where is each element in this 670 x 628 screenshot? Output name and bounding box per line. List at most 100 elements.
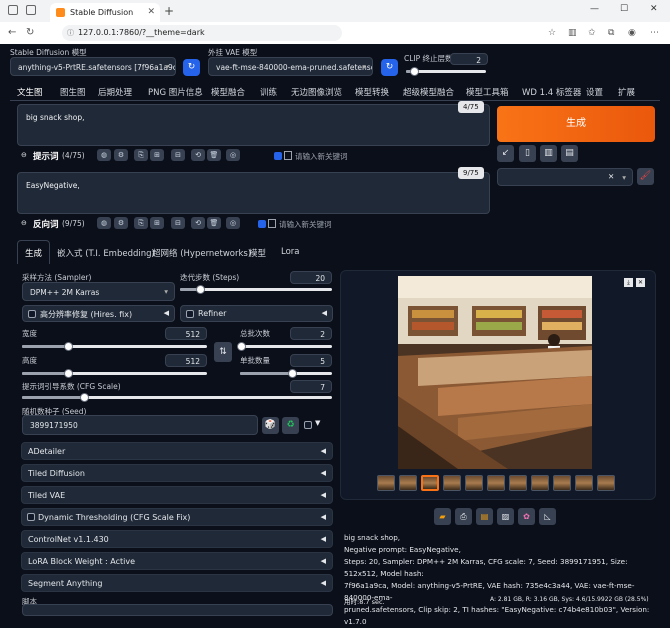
prompt-kw-placeholder[interactable]: 请输入新关键词: [295, 151, 348, 162]
zip-icon[interactable]: ▤: [476, 508, 493, 525]
edit-styles-icon[interactable]: 🖌: [637, 168, 654, 185]
folder-icon[interactable]: ▰: [434, 508, 451, 525]
send-to-img2img-icon[interactable]: ▨: [497, 508, 514, 525]
width-input[interactable]: 512: [165, 327, 207, 340]
prompt-kw-checkbox[interactable]: [274, 152, 282, 160]
adetailer-accordion[interactable]: ADetailer ◀: [21, 442, 333, 460]
thumbnail[interactable]: [575, 475, 593, 491]
styles-select[interactable]: ✕ ▾: [497, 168, 633, 186]
dice-icon[interactable]: 🎲: [262, 417, 279, 434]
tab-extras[interactable]: 后期处理: [98, 86, 132, 98]
tab-img2img[interactable]: 图生图: [60, 86, 86, 98]
tab-lora[interactable]: Lora: [281, 247, 300, 257]
profile-avatar-icon[interactable]: ◉: [628, 28, 636, 38]
tab-embedding[interactable]: 嵌入式 (T.I. Embedding): [57, 247, 155, 259]
dynamic-thresholding-checkbox[interactable]: [27, 513, 35, 521]
generated-image[interactable]: [398, 276, 592, 469]
translate-icon[interactable]: ⟲: [191, 149, 205, 161]
batch-size-slider[interactable]: [240, 369, 332, 378]
tab-convert[interactable]: 模型转换: [355, 86, 389, 98]
ai-icon[interactable]: ◎: [226, 149, 240, 161]
style-icon[interactable]: ▤: [561, 145, 578, 162]
seed-input[interactable]: 3899171950: [22, 415, 258, 435]
refresh-icon[interactable]: ↻: [26, 27, 34, 38]
profile-icon[interactable]: [8, 5, 18, 15]
maximize-icon[interactable]: ☐: [620, 4, 628, 14]
thumbnail[interactable]: [531, 475, 549, 491]
tab-hypernetworks[interactable]: 超网络 (Hypernetworks): [152, 247, 251, 259]
prompt-textarea[interactable]: big snack shop,: [17, 104, 490, 146]
negative-kw-checkbox[interactable]: [258, 220, 266, 228]
paste-icon[interactable]: ⊞: [150, 149, 164, 161]
browser-tab[interactable]: Stable Diffusion ✕: [50, 3, 160, 22]
close-tab-icon[interactable]: ✕: [147, 7, 155, 17]
recycle-icon[interactable]: ♻: [282, 417, 299, 434]
save-icon[interactable]: ⎙: [455, 508, 472, 525]
segment-anything-accordion[interactable]: Segment Anything ◀: [21, 574, 333, 592]
new-tab-icon[interactable]: +: [164, 4, 174, 18]
thumbnail-selected[interactable]: [421, 475, 439, 491]
hires-checkbox[interactable]: [28, 310, 36, 318]
translate-icon[interactable]: ⟲: [191, 217, 205, 229]
height-input[interactable]: 512: [165, 354, 207, 367]
clip-input[interactable]: 2: [450, 53, 488, 65]
tab-settings[interactable]: 设置: [586, 86, 603, 98]
trash-icon[interactable]: 🗑: [207, 217, 221, 229]
collections-icon[interactable]: ⧉: [608, 28, 614, 38]
thumbnail[interactable]: [377, 475, 395, 491]
minimize-icon[interactable]: —: [590, 4, 599, 14]
trash-icon[interactable]: ▥: [540, 145, 557, 162]
settings-icon[interactable]: ⚙: [114, 217, 128, 229]
collapse-icon[interactable]: ⊖: [21, 151, 27, 159]
send-to-extras-icon[interactable]: ◺: [539, 508, 556, 525]
controlnet-accordion[interactable]: ControlNet v1.1.430 ◀: [21, 530, 333, 548]
thumbnail[interactable]: [553, 475, 571, 491]
thumbnail[interactable]: [465, 475, 483, 491]
negative-kw-placeholder[interactable]: 请输入新关键词: [279, 219, 332, 230]
lora-block-weight-accordion[interactable]: LoRA Block Weight : Active ◀: [21, 552, 333, 570]
refiner-checkbox[interactable]: [186, 310, 194, 318]
history-icon[interactable]: ⊟: [171, 217, 185, 229]
tab-train[interactable]: 训练: [260, 86, 277, 98]
ai-icon[interactable]: ◎: [226, 217, 240, 229]
steps-input[interactable]: 20: [290, 271, 332, 284]
tab-toolkit[interactable]: 模型工具箱: [466, 86, 509, 98]
copy-icon[interactable]: ⎘: [134, 217, 148, 229]
thumbnail[interactable]: [509, 475, 527, 491]
hires-row[interactable]: 高分辨率修复 (Hires. fix) ◀: [22, 305, 175, 322]
batch-count-slider[interactable]: [236, 342, 332, 351]
sampler-select[interactable]: DPM++ 2M Karras ▾: [22, 282, 175, 301]
model-select[interactable]: anything-v5-PrtRE.safetensors [7f96a1a9c…: [10, 57, 176, 76]
close-preview-icon[interactable]: ✕: [636, 278, 645, 287]
thumbnail[interactable]: [399, 475, 417, 491]
download-icon[interactable]: ⤓: [624, 278, 633, 287]
vae-select[interactable]: vae-ft-mse-840000-ema-pruned.safetensors…: [208, 57, 373, 76]
trash-icon[interactable]: 🗑: [207, 149, 221, 161]
script-select[interactable]: [22, 604, 333, 616]
tab-models[interactable]: 模型: [249, 247, 266, 259]
paste-icon[interactable]: ⊞: [150, 217, 164, 229]
back-icon[interactable]: ←: [8, 27, 16, 38]
generate-button[interactable]: 生成: [497, 106, 655, 142]
negative-kw-box[interactable]: [268, 219, 276, 228]
close-window-icon[interactable]: ✕: [650, 4, 658, 14]
thumbnail[interactable]: [487, 475, 505, 491]
seed-extra-icon[interactable]: ▼: [315, 419, 320, 427]
address-input[interactable]: ⓘ 127.0.0.1:7860/?__theme=dark: [62, 25, 342, 41]
expand-icon[interactable]: ◀: [164, 309, 169, 317]
tiled-diffusion-accordion[interactable]: Tiled Diffusion ◀: [21, 464, 333, 482]
steps-slider[interactable]: [180, 285, 332, 294]
tiled-vae-accordion[interactable]: Tiled VAE ◀: [21, 486, 333, 504]
tab-supermerge[interactable]: 超级模型融合: [403, 86, 454, 98]
collapse-icon[interactable]: ⊖: [21, 219, 27, 227]
settings-icon[interactable]: ⚙: [114, 149, 128, 161]
refiner-row[interactable]: Refiner ◀: [180, 305, 333, 322]
globe-icon[interactable]: ◍: [97, 217, 111, 229]
tab-browser[interactable]: 无边图像浏览: [291, 86, 342, 98]
star-icon[interactable]: ☆: [548, 28, 556, 38]
clipboard-icon[interactable]: ▯: [519, 145, 536, 162]
prompt-kw-box[interactable]: [284, 151, 292, 160]
seed-extra-checkbox[interactable]: [304, 421, 312, 429]
height-slider[interactable]: [22, 369, 207, 378]
copy-icon[interactable]: ⎘: [134, 149, 148, 161]
